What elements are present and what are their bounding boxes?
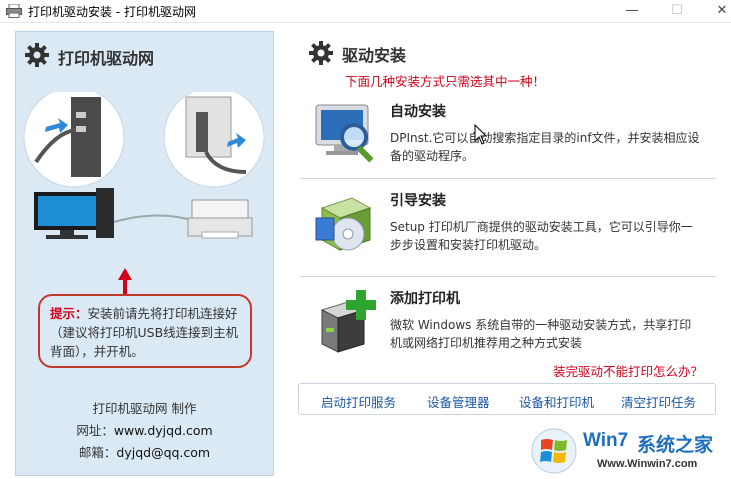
option-auto-install[interactable]: 自动安装 DPInst.它可以自动搜索指定目录的inf文件，并安装相应设备的驱动… [300, 101, 716, 176]
help-link[interactable]: 装完驱动不能打印怎么办？ [553, 361, 703, 380]
add-printer-icon [320, 290, 376, 353]
credits: 打印机驱动网 制作 网址：www.dyjqd.com 邮箱：dyjqd@qq.c… [16, 398, 273, 464]
watermark-brand-b: 系统之家 [637, 434, 714, 456]
action-bar: 启动打印服务 设备管理器 设备和打印机 清空打印任务 [298, 383, 716, 415]
window-title: 打印机驱动安装 - 打印机驱动网 [28, 5, 196, 19]
option-title: 引导安装 [390, 193, 446, 209]
watermark-url: Www.Winwin7.com [597, 458, 698, 470]
title-bar: 打印机驱动安装 - 打印机驱动网 — ☐ ✕ [0, 0, 731, 23]
option-add-printer[interactable]: 添加打印机 微软 Windows 系统自带的一种驱动安装方式，共享打印机或网络打… [300, 288, 716, 360]
site-value: www.dyjqd.com [113, 423, 213, 438]
watermark-brand-a: Win7 [583, 430, 629, 451]
watermark: Win7 系统之家 Www.Winwin7.com [527, 424, 731, 479]
clear-print-jobs-link[interactable]: 清空打印任务 [621, 392, 696, 411]
devices-and-printers-link[interactable]: 设备和打印机 [519, 392, 594, 411]
option-title: 添加打印机 [390, 291, 460, 307]
tip-box: 提示：安装前请先将打印机连接好（建议将打印机USB线连接到主机背面），并开机。 [38, 294, 252, 368]
option-guided-install[interactable]: 引导安装 Setup 打印机厂商提供的驱动安装工具，它可以引导你一步步设置和安装… [300, 190, 716, 265]
magnifier-monitor-icon [315, 104, 374, 163]
option-desc: 微软 Windows 系统自带的一种驱动安装方式，共享打印机或网络打印机推荐用之… [390, 318, 692, 350]
minimize-button[interactable]: — [610, 0, 654, 22]
left-panel: 打印机驱动网 提示：安装前请先将打印机连接好（建议将打印机USB线连接到主机背面… [15, 31, 274, 476]
close-button[interactable]: ✕ [700, 0, 731, 22]
gear-icon [309, 41, 333, 65]
email-value: dyjqd@qq.com [116, 445, 211, 460]
device-manager-link[interactable]: 设备管理器 [427, 392, 490, 411]
email-label: 邮箱： [78, 445, 117, 460]
install-hint: 下面几种安装方式只需选其中一种！ [345, 74, 546, 89]
option-desc: Setup 打印机厂商提供的驱动安装工具，它可以引导你一步步设置和安装打印机驱动… [390, 220, 693, 252]
divider [300, 276, 716, 277]
printer-app-icon [6, 4, 22, 18]
maximize-button[interactable]: ☐ [655, 0, 699, 22]
mouse-cursor-icon [474, 124, 488, 145]
right-panel-title: 驱动安装 [342, 46, 407, 65]
option-title: 自动安装 [390, 104, 446, 120]
credits-maker: 打印机驱动网 制作 [92, 401, 197, 416]
credits-site-row: 网址：www.dyjqd.com [16, 420, 273, 442]
site-label: 网址： [76, 423, 114, 438]
option-desc: DPInst.它可以自动搜索指定目录的inf文件，并安装相应设备的驱动程序。 [390, 131, 700, 163]
gear-icon [25, 43, 49, 67]
windows-logo-icon [531, 428, 577, 474]
setup-box-icon [315, 197, 372, 251]
left-panel-title: 打印机驱动网 [58, 49, 155, 68]
divider [300, 178, 716, 179]
credits-email-row: 邮箱：dyjqd@qq.com [16, 442, 273, 464]
printer-connection-illustration [23, 92, 265, 239]
start-print-service-link[interactable]: 启动打印服务 [321, 392, 396, 411]
tip-label: 提示： [50, 306, 88, 321]
